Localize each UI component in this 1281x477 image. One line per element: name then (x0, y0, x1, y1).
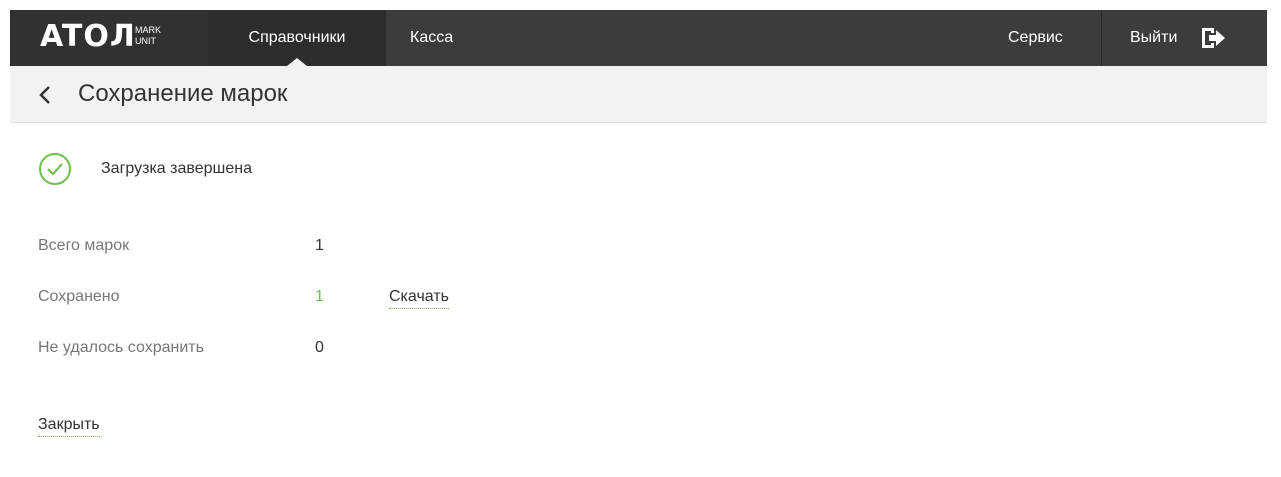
nav-item-directories[interactable]: Справочники (208, 10, 386, 66)
logo[interactable]: ATOЛ MARK UNIT (10, 10, 208, 66)
logo-sub-unit: UNIT (135, 36, 156, 46)
top-navbar: ATOЛ MARK UNIT Справочники Касса Сервис … (10, 10, 1267, 66)
close-link[interactable]: Закрыть (38, 415, 100, 437)
logo-subtitle: MARK UNIT (135, 25, 161, 47)
logout-button[interactable]: Выйти (1130, 10, 1177, 66)
stat-label-total: Всего марок (38, 237, 130, 254)
app-window: ATOЛ MARK UNIT Справочники Касса Сервис … (10, 10, 1267, 477)
stat-value-saved: 1 (315, 288, 324, 305)
logout-icon[interactable] (1200, 26, 1226, 50)
logo-sub-mark: MARK (135, 25, 162, 35)
status-message: Загрузка завершена (101, 160, 252, 177)
page-title: Сохранение марок (78, 80, 288, 107)
stat-value-total: 1 (315, 237, 324, 254)
stat-label-saved: Сохранено (38, 288, 120, 305)
back-arrow-icon[interactable] (38, 85, 52, 105)
check-circle-icon (39, 153, 71, 185)
nav-divider (1101, 10, 1102, 66)
stat-label-failed: Не удалось сохранить (38, 339, 204, 356)
page-header: Сохранение марок (10, 66, 1267, 123)
download-link[interactable]: Скачать (389, 287, 449, 309)
stat-value-failed: 0 (315, 339, 324, 356)
nav-item-service[interactable]: Сервис (1008, 10, 1063, 66)
logo-wordmark: ATOЛ (40, 19, 136, 54)
nav-item-kassa[interactable]: Касса (410, 10, 453, 66)
